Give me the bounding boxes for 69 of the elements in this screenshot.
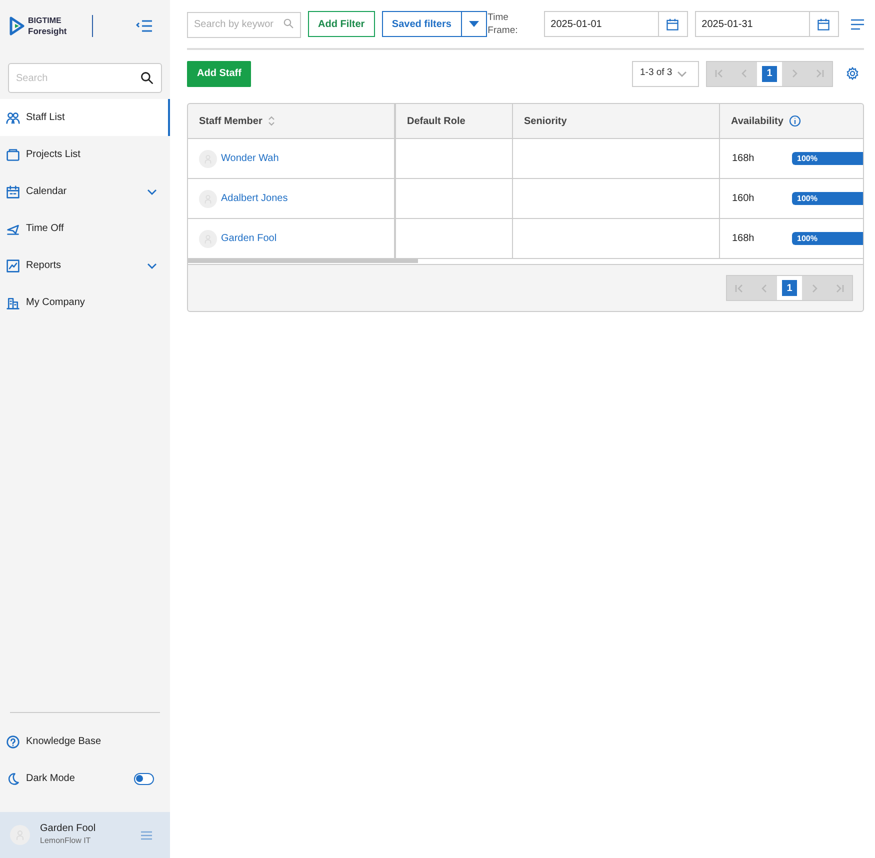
column-header[interactable]: Seniority	[513, 104, 720, 138]
calendar-icon[interactable]	[666, 18, 680, 30]
last-page-icon[interactable]	[835, 284, 844, 292]
hours-text: 168h	[732, 232, 756, 246]
page-button[interactable]: 1	[762, 66, 777, 82]
nav-item[interactable]: My Company	[0, 284, 170, 321]
settings-button[interactable]	[846, 67, 859, 80]
dropdown-button[interactable]	[462, 11, 487, 37]
user-company: LemonFlow IT	[40, 835, 92, 847]
brand-subtitle: Foresight	[28, 26, 67, 36]
nav-item[interactable]: Reports	[0, 247, 170, 284]
availability-percent: 100%	[797, 192, 818, 204]
calendar-icon[interactable]	[817, 18, 830, 30]
toggle-label: Dark Mode	[26, 772, 75, 786]
keyword-search-field[interactable]: Search by keywor	[187, 12, 301, 38]
date-field[interactable]: 2025-01-31	[694, 11, 810, 37]
first-page-icon[interactable]	[735, 284, 744, 292]
dark-mode-toggle[interactable]	[134, 772, 154, 784]
moon-icon	[6, 772, 20, 786]
page-size-dropdown[interactable]: 1-3 of 3	[632, 60, 699, 86]
user-menu-button[interactable]	[141, 830, 152, 840]
avatar-icon	[199, 190, 217, 208]
menu-button[interactable]	[851, 18, 864, 30]
logo-icon	[9, 16, 25, 36]
search-icon	[140, 71, 154, 85]
staff-name-link[interactable]: Adalbert Jones	[221, 191, 288, 206]
availability-percent: 100%	[797, 232, 818, 244]
sidebar-search-field[interactable]: Search	[8, 63, 162, 93]
first-page-icon[interactable]	[715, 69, 724, 78]
hours-text: 168h	[732, 152, 756, 166]
collapse-sidebar-button[interactable]	[136, 19, 154, 33]
column-header[interactable]: Default Role	[396, 104, 513, 138]
calendar-button[interactable]	[810, 11, 839, 37]
nav-item[interactable]: Calendar	[0, 173, 170, 210]
help-icon	[6, 734, 20, 748]
staff-name-link[interactable]: Garden Fool	[221, 231, 277, 246]
sort-icon	[268, 116, 276, 126]
chart-icon	[6, 258, 20, 272]
calendar-icon	[6, 184, 20, 198]
saved-filters-button[interactable]: Saved filters	[382, 11, 462, 37]
column-header[interactable]: Availability	[720, 104, 863, 138]
user-name: Garden Fool	[40, 823, 96, 835]
date-field[interactable]: 2025-01-01	[544, 11, 659, 37]
nav-item[interactable]: Time Off	[0, 210, 170, 247]
avatar-icon	[199, 150, 217, 168]
folder-icon	[6, 148, 20, 162]
add-filter-button[interactable]: Add Filter	[308, 11, 375, 37]
avatar-icon	[199, 230, 217, 248]
building-icon	[6, 296, 20, 310]
availability-percent: 100%	[797, 152, 818, 164]
caret-down-icon[interactable]	[468, 21, 479, 27]
page-button[interactable]: 1	[782, 280, 797, 296]
hours-text: 160h	[732, 192, 756, 206]
info-icon	[789, 115, 802, 127]
nav-item[interactable]: Projects List	[0, 136, 170, 173]
calendar-button[interactable]	[658, 11, 688, 37]
search-icon	[283, 18, 294, 29]
previous-page-icon[interactable]	[740, 69, 749, 78]
next-page-icon[interactable]	[790, 69, 799, 78]
last-page-icon[interactable]	[815, 69, 824, 78]
previous-page-icon[interactable]	[760, 284, 769, 292]
nav-item[interactable]: Knowledge Base	[0, 723, 170, 760]
people-icon	[6, 110, 20, 124]
time-frame-label: Time Frame:	[488, 11, 519, 37]
staff-name-link[interactable]: Wonder Wah	[221, 151, 279, 166]
nav-item[interactable]: Staff List	[0, 99, 170, 136]
brand-name: BIGTIME	[28, 16, 62, 26]
next-page-icon[interactable]	[810, 284, 819, 292]
scrollbar[interactable]	[188, 259, 418, 263]
